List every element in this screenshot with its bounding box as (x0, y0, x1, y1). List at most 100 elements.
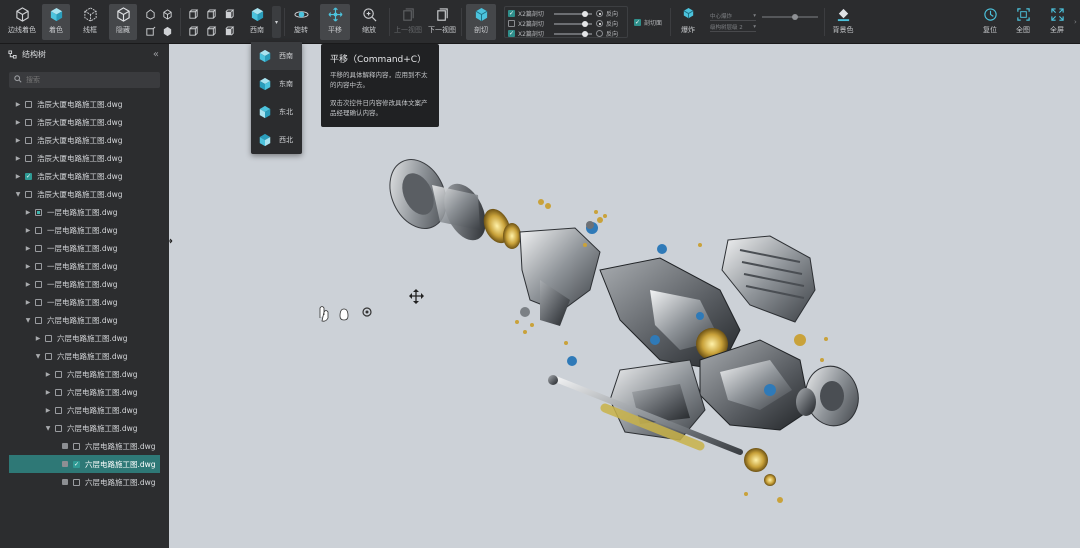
pan-button[interactable]: 平移 (320, 4, 350, 40)
expand-right-icon[interactable]: ▶ (14, 155, 22, 162)
background-color-button[interactable]: 背景色 (829, 4, 857, 40)
tree-checkbox[interactable] (35, 208, 42, 216)
view-menu-item-se[interactable]: 东南 (251, 70, 302, 98)
view-left-icon[interactable] (187, 8, 199, 20)
engine-part-wheel-hub[interactable] (796, 360, 865, 431)
tree-checkbox[interactable] (35, 226, 42, 234)
rotate-button[interactable]: 旋转 (287, 4, 315, 40)
expand-right-icon[interactable]: ▶ (44, 389, 52, 396)
tree-checkbox[interactable] (25, 118, 32, 126)
reverse-radio[interactable] (596, 10, 603, 17)
tree-row[interactable]: ▶ 一层电路施工图.dwg (0, 293, 169, 311)
expand-right-icon[interactable]: ▶ (44, 407, 52, 414)
view-top-icon[interactable] (144, 8, 156, 20)
section-button[interactable]: 剖切 (466, 4, 496, 40)
view-menu-item-ne[interactable]: 东北 (251, 98, 302, 126)
view-front-icon[interactable] (161, 8, 173, 20)
section-slider[interactable] (554, 10, 592, 17)
prev-view-button[interactable]: 上一视图 (393, 4, 423, 40)
explode-slider[interactable] (762, 14, 818, 20)
tree-checkbox[interactable] (73, 442, 80, 450)
collapse-panel-icon[interactable]: « (153, 49, 159, 60)
tree-checkbox[interactable] (35, 316, 42, 324)
expand-right-icon[interactable]: ▶ (24, 245, 32, 252)
expand-right-icon[interactable]: ▶ (14, 101, 22, 108)
edge-shading-button[interactable]: 边线着色 (6, 4, 38, 40)
expand-right-icon[interactable]: ▶ (34, 335, 42, 342)
tree-checkbox[interactable] (45, 334, 52, 342)
section-face-checkbox[interactable]: ✓ (634, 19, 641, 26)
tree-checkbox[interactable] (55, 406, 62, 414)
tree-row[interactable]: ▶ 一层电路施工图.dwg (0, 221, 169, 239)
tree-checkbox[interactable] (25, 100, 32, 108)
view-back-icon[interactable] (223, 8, 235, 20)
toolbar-scroll-right-icon[interactable]: › (1074, 18, 1080, 28)
engine-part-gear-gold[interactable] (479, 205, 521, 249)
exploded-engine-model[interactable] (169, 44, 1080, 548)
reverse-radio[interactable] (596, 30, 603, 37)
section-checkbox[interactable]: ✓ (508, 10, 515, 17)
section-face-toggle[interactable]: ✓ 剖切面 (634, 18, 674, 27)
expand-right-icon[interactable]: ▶ (24, 209, 32, 216)
expand-down-icon[interactable]: ▼ (34, 353, 42, 360)
section-slider[interactable] (554, 30, 592, 37)
tree-checkbox[interactable] (73, 478, 80, 486)
view-sw-button[interactable]: 西南 (243, 4, 271, 40)
tree-row[interactable]: ▶ 六层电路施工图.dwg (0, 401, 169, 419)
tree-checkbox[interactable] (25, 154, 32, 162)
search-input[interactable] (9, 72, 160, 88)
tree-row[interactable]: ▶ 一层电路施工图.dwg (0, 203, 169, 221)
expand-right-icon[interactable]: ▶ (44, 371, 52, 378)
expand-right-icon[interactable]: ▶ (14, 173, 22, 180)
tree-row[interactable]: ▼ 浩辰大厦电路施工图.dwg (0, 185, 169, 203)
tree-checkbox[interactable] (55, 424, 62, 432)
tree-checkbox[interactable] (35, 244, 42, 252)
zoom-button[interactable]: 缩放 (355, 4, 383, 40)
tree-checkbox[interactable] (25, 136, 32, 144)
view-bottom-icon[interactable] (187, 25, 199, 37)
tree-checkbox[interactable]: ✓ (73, 460, 80, 468)
tree-row[interactable]: 六层电路施工图.dwg (0, 473, 169, 491)
section-checkbox[interactable] (508, 20, 515, 27)
next-view-button[interactable]: 下一视图 (426, 4, 458, 40)
tree-row[interactable]: ▶ 浩辰大厦电路施工图.dwg (0, 131, 169, 149)
engine-part-cylinder-block[interactable] (721, 235, 816, 323)
tree-checkbox[interactable] (55, 388, 62, 396)
view-right-icon[interactable] (205, 8, 217, 20)
view-menu-item-sw[interactable]: 西南 (251, 42, 302, 70)
wireframe-button[interactable]: 线框 (76, 4, 104, 40)
tree-row[interactable]: ▼ 六层电路施工图.dwg (0, 311, 169, 329)
engine-part-differential[interactable] (519, 199, 607, 326)
tree-checkbox[interactable] (45, 352, 52, 360)
tree-row[interactable]: ▶ 一层电路施工图.dwg (0, 239, 169, 257)
section-slider[interactable] (554, 20, 592, 27)
tree-row[interactable]: ▶ 浩辰大厦电路施工图.dwg (0, 113, 169, 131)
view-menu-item-nw[interactable]: 西北 (251, 126, 302, 154)
expand-right-icon[interactable]: ▶ (24, 263, 32, 270)
shading-button[interactable]: 着色 (42, 4, 70, 40)
expand-right-icon[interactable]: ▶ (24, 281, 32, 288)
hide-button[interactable]: 隐藏 (109, 4, 137, 40)
tree-row[interactable]: ✓ 六层电路施工图.dwg (9, 455, 160, 473)
slider-knob[interactable] (582, 10, 588, 17)
view-side-icon[interactable] (144, 25, 156, 37)
explode-button[interactable]: 爆炸 (674, 4, 702, 40)
expand-right-icon[interactable]: ▶ (24, 299, 32, 306)
view-iso2-icon[interactable] (223, 25, 235, 37)
reverse-radio[interactable] (596, 20, 603, 27)
tree-row[interactable]: ▼ 六层电路施工图.dwg (0, 347, 169, 365)
engine-part-flange[interactable] (379, 150, 494, 246)
reset-button[interactable]: 复位 (976, 4, 1004, 40)
expand-down-icon[interactable]: ▼ (44, 425, 52, 432)
expand-down-icon[interactable]: ▼ (14, 191, 22, 198)
view-top2-icon[interactable] (205, 25, 217, 37)
tree-row[interactable]: ▶ 浩辰大厦电路施工图.dwg (0, 149, 169, 167)
tree-checkbox[interactable] (25, 190, 32, 198)
tree-row[interactable]: ▶ 六层电路施工图.dwg (0, 329, 169, 347)
slider-knob[interactable] (792, 14, 798, 20)
tree-row[interactable]: ▶ 六层电路施工图.dwg (0, 365, 169, 383)
3d-viewport[interactable] (169, 44, 1080, 548)
section-checkbox[interactable]: ✓ (508, 30, 515, 37)
tree-row[interactable]: ▶ 一层电路施工图.dwg (0, 275, 169, 293)
expand-right-icon[interactable]: ▶ (14, 119, 22, 126)
